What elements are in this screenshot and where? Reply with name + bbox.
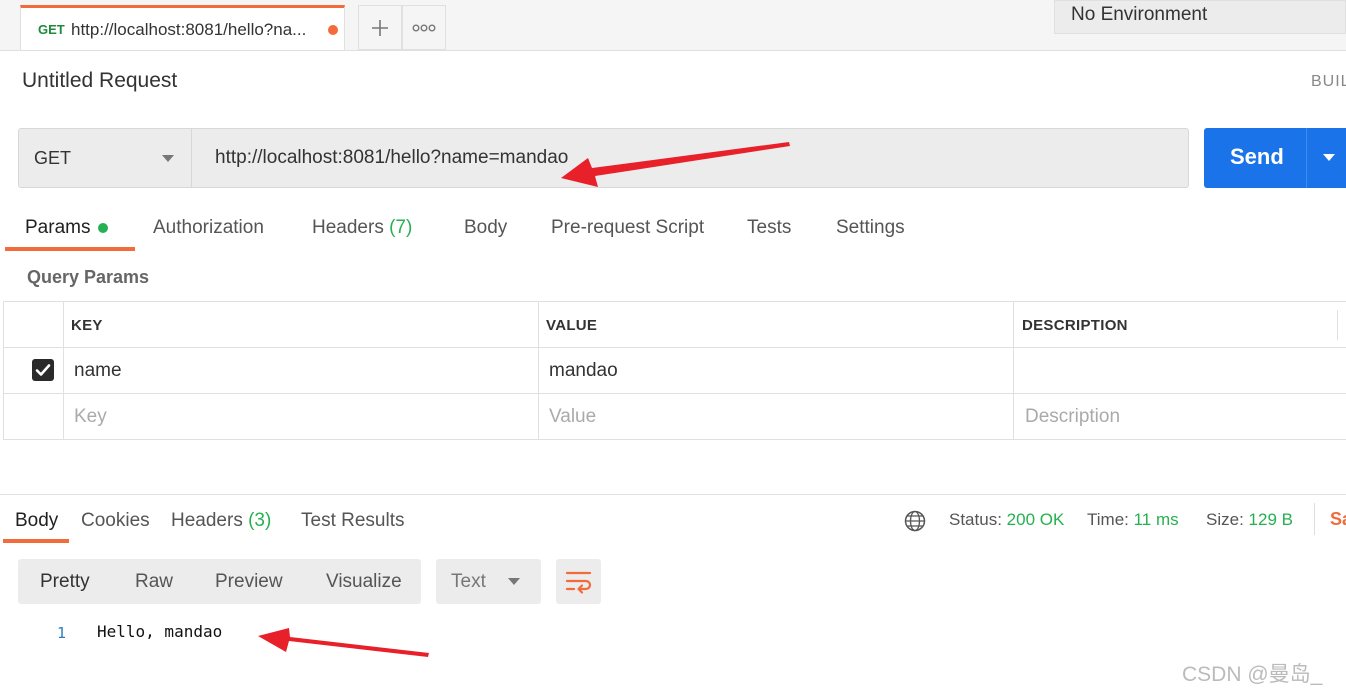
response-size[interactable]: Size: 129 B [1206,510,1293,530]
new-tab-button[interactable] [358,5,402,50]
format-tab-visualize[interactable]: Visualize [326,571,402,593]
size-label: Size: [1206,510,1244,529]
format-tab-pretty[interactable]: Pretty [40,571,90,593]
globe-icon[interactable] [904,510,926,537]
wrap-lines-button[interactable] [556,559,601,604]
format-tab-raw[interactable]: Raw [135,571,173,593]
tab-pre-request-script[interactable]: Pre-request Script [551,217,704,239]
table-border [1013,302,1014,440]
param-key-cell[interactable]: name [74,360,122,382]
watermark: CSDN @曼岛_ [1182,663,1323,686]
request-tab-url: http://localhost:8081/hello?na... [71,20,307,39]
plus-icon [372,19,388,36]
wrap-lines-icon [565,571,592,594]
response-active-tab-indicator [3,539,69,543]
send-divider [1306,128,1307,188]
tab-options-button[interactable] [402,5,446,50]
query-params-table: KEY VALUE DESCRIPTION name mandao Key Va… [3,301,1346,441]
table-divider [3,439,1346,440]
meta-divider [1314,503,1315,535]
response-divider[interactable] [0,494,1346,495]
tab-params[interactable]: Params [25,217,109,239]
tab-body[interactable]: Body [464,217,507,239]
new-param-value-input[interactable]: Value [549,406,596,428]
response-type-select[interactable]: Text [436,559,541,604]
column-resize-handle[interactable] [1337,310,1338,340]
column-header-key: KEY [71,317,103,334]
status-label: Status: [949,510,1002,529]
new-param-description-input[interactable]: Description [1025,406,1120,428]
response-tab-body[interactable]: Body [15,510,58,532]
format-tab-preview[interactable]: Preview [215,571,283,593]
send-button[interactable]: Send [1204,128,1346,188]
url-bar: GET http://localhost:8081/hello?name=man… [18,128,1189,188]
table-border [63,302,64,440]
tab-tests[interactable]: Tests [747,217,791,239]
save-response-button[interactable]: Sa [1330,509,1346,530]
time-label: Time: [1087,510,1129,529]
request-tab-method: GET [38,22,65,37]
unsaved-dot-icon [328,25,338,35]
column-header-value: VALUE [546,317,598,334]
request-title[interactable]: Untitled Request [22,69,177,93]
table-divider [3,393,1346,394]
tab-authorization[interactable]: Authorization [153,217,264,239]
annotation-arrow-body-icon [258,628,429,657]
tab-bar: GET http://localhost:8081/hello?na... No… [0,0,1346,51]
param-value-cell[interactable]: mandao [549,360,618,382]
active-tab-indicator [5,247,135,251]
response-tab-headers-label: Headers [171,510,243,531]
response-headers-count: (3) [248,510,272,531]
param-enabled-checkbox[interactable] [32,359,54,381]
response-format-tabs: Pretty Raw Preview Visualize [18,559,421,604]
size-value: 129 B [1248,510,1293,529]
response-tab-headers[interactable]: Headers (3) [171,510,271,532]
tab-params-label: Params [25,217,91,238]
tab-headers-label: Headers [312,217,384,238]
status-value: 200 OK [1006,510,1065,529]
build-button[interactable]: BUIL [1311,73,1346,91]
new-param-key-input[interactable]: Key [74,406,107,428]
caret-down-icon [508,578,520,585]
method-select[interactable]: GET [19,129,192,187]
url-input[interactable]: http://localhost:8081/hello?name=mandao [215,147,568,169]
response-time[interactable]: Time: 11 ms [1087,510,1179,530]
environment-label: No Environment [1071,4,1208,25]
request-tab[interactable]: GET http://localhost:8081/hello?na... [20,5,345,50]
tab-settings[interactable]: Settings [836,217,905,239]
query-params-title: Query Params [27,267,150,287]
response-status[interactable]: Status: 200 OK [949,510,1064,530]
response-body-text[interactable]: Hello, mandao [97,622,222,641]
column-header-description: DESCRIPTION [1022,317,1128,334]
environment-select[interactable]: No Environment [1054,0,1346,34]
response-tab-test-results[interactable]: Test Results [301,510,404,532]
tab-headers-count: (7) [389,217,413,238]
response-tab-cookies[interactable]: Cookies [81,510,150,532]
params-active-dot-icon [98,222,109,233]
more-icon [412,24,436,31]
checkbox-checked-icon [35,364,51,376]
method-label: GET [34,148,72,168]
table-divider [3,347,1346,348]
send-label: Send [1230,144,1284,169]
line-number: 1 [57,624,67,642]
caret-down-icon [162,155,174,162]
tab-headers[interactable]: Headers (7) [312,217,412,239]
send-options-caret-icon[interactable] [1323,154,1335,161]
time-value: 11 ms [1133,510,1179,529]
param-description-cell[interactable] [1024,360,1324,382]
table-border [3,302,4,440]
table-border [538,302,539,440]
response-type-label: Text [451,571,486,592]
